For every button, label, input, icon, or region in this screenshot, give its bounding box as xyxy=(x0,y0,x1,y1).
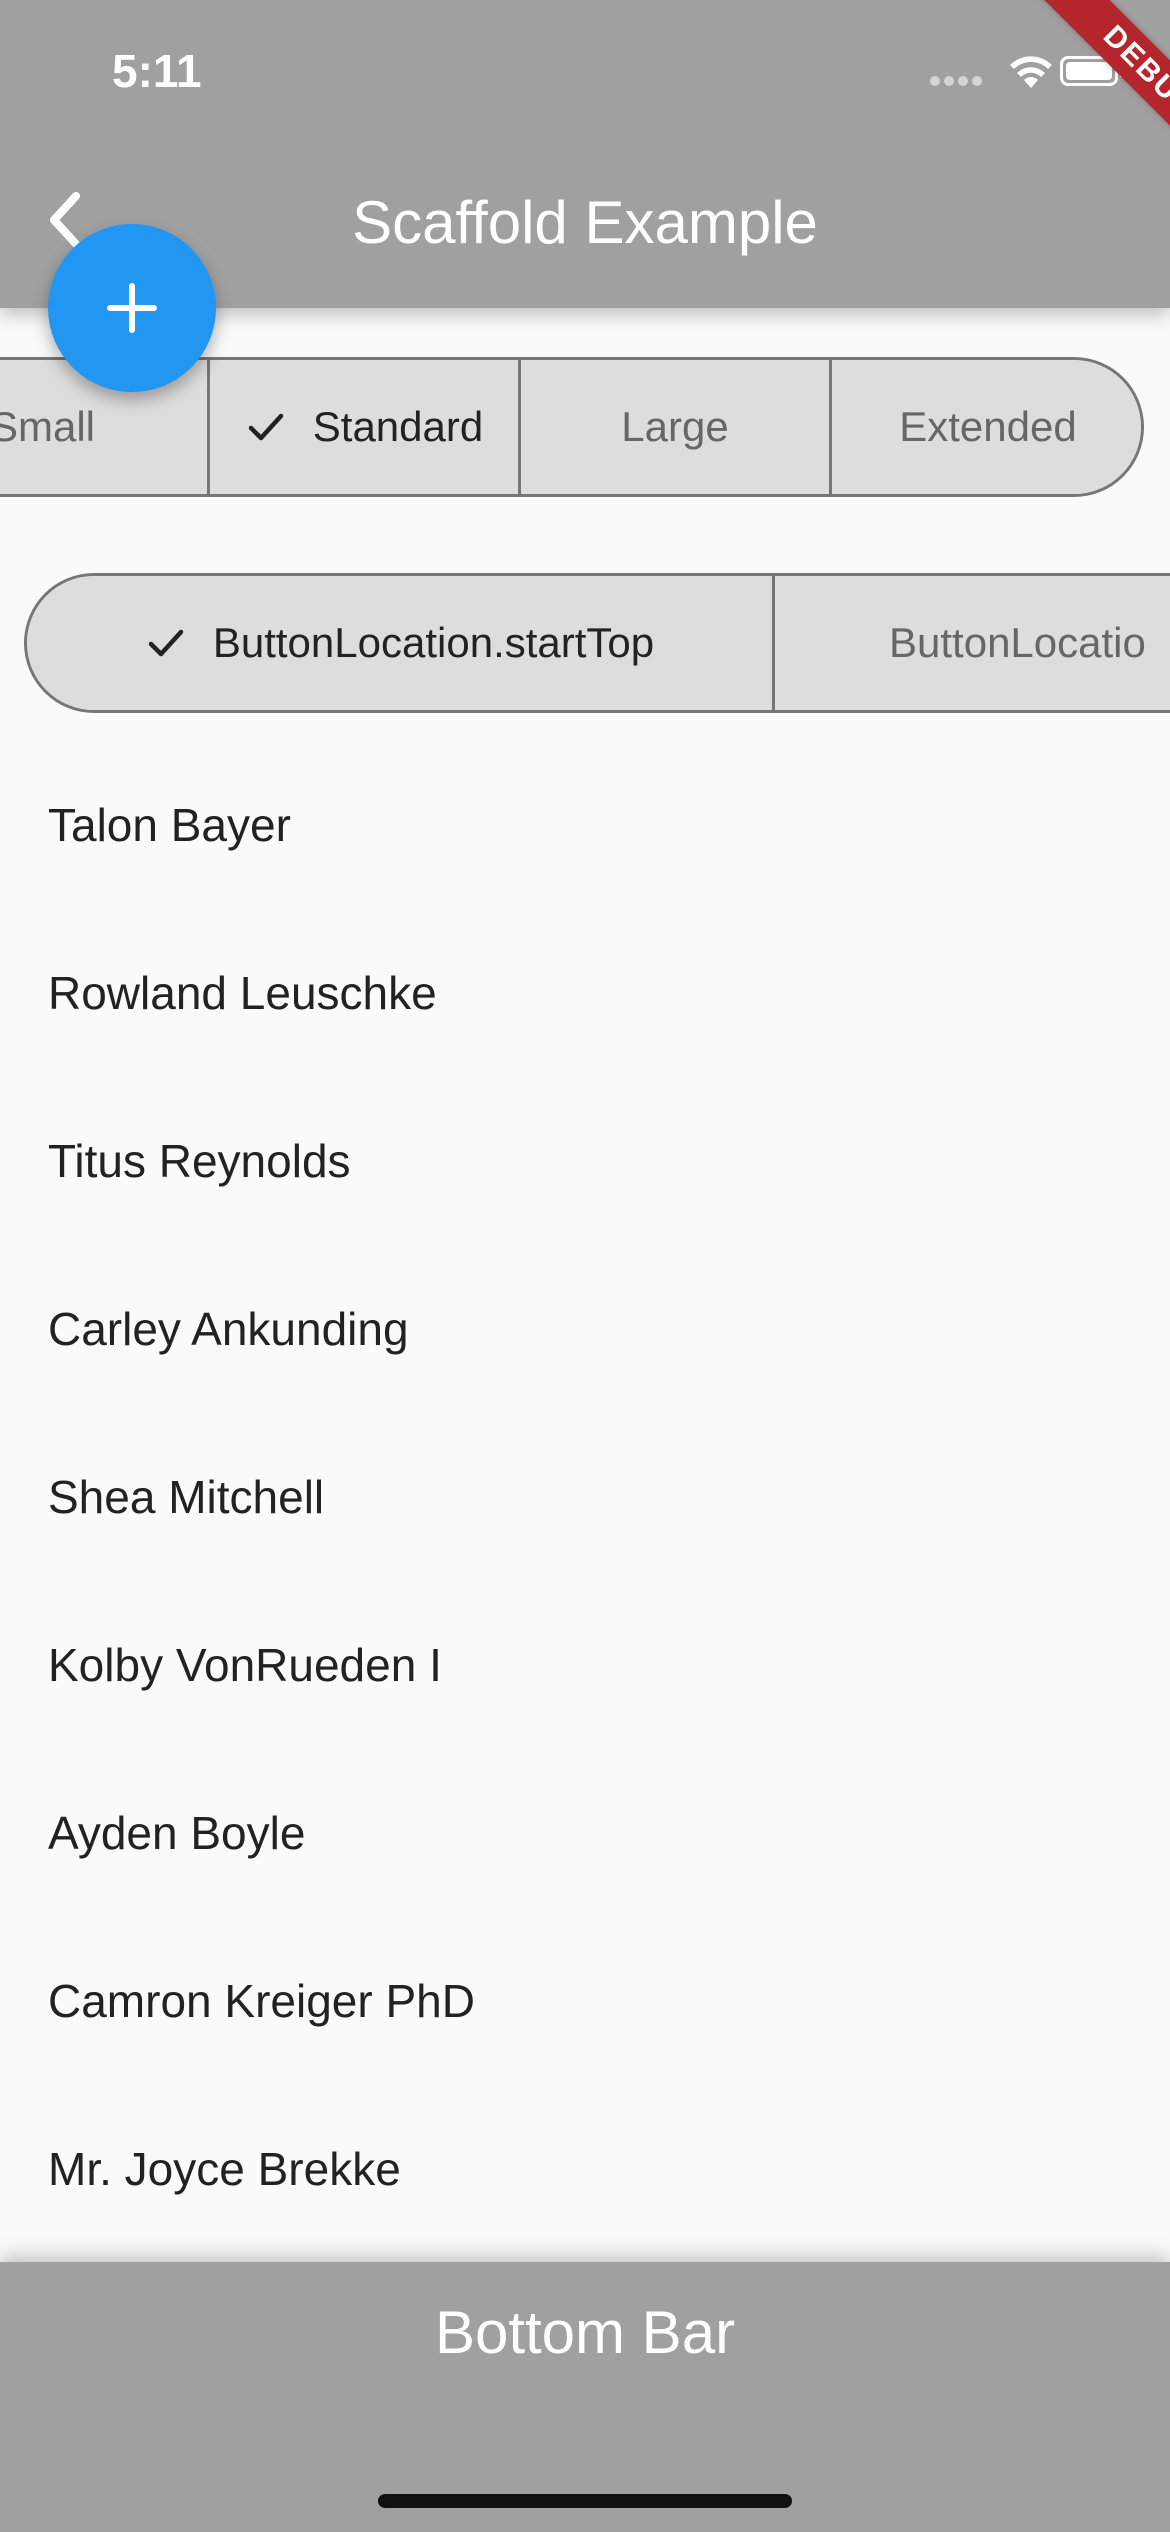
segment-large[interactable]: Large xyxy=(521,360,832,494)
plus-icon xyxy=(107,283,157,333)
segment-label: Small xyxy=(0,403,95,450)
list-item[interactable]: Shea Mitchell xyxy=(0,1413,1170,1581)
list-item[interactable]: Talon Bayer xyxy=(0,741,1170,909)
list-item[interactable]: Carley Ankunding xyxy=(0,1245,1170,1413)
list-item[interactable]: Kolby VonRueden I xyxy=(0,1581,1170,1749)
bottom-bar-title: Bottom Bar xyxy=(434,2299,736,2366)
list-item[interactable]: Titus Reynolds xyxy=(0,1077,1170,1245)
signal-icon xyxy=(930,76,990,86)
check-icon xyxy=(248,413,284,441)
debug-banner: DEBUG xyxy=(990,0,1170,180)
bottom-bar: Bottom Bar xyxy=(0,2262,1170,2532)
add-fab-button[interactable] xyxy=(48,224,216,392)
list-item[interactable]: Rowland Leuschke xyxy=(0,909,1170,1077)
segment-extended[interactable]: Extended xyxy=(832,360,1141,494)
segment-label: Standard xyxy=(312,403,484,450)
home-indicator[interactable] xyxy=(378,2494,792,2508)
segment-label: Extended xyxy=(899,403,1077,450)
list-item[interactable]: Ayden Boyle xyxy=(0,1749,1170,1917)
segment-label: ButtonLocation.startTop xyxy=(212,619,655,666)
segment-label: Large xyxy=(621,403,729,450)
status-time: 5:11 xyxy=(112,45,202,97)
name-list: Talon Bayer Rowland Leuschke Titus Reyno… xyxy=(0,741,1170,2253)
segment-start-top[interactable]: ButtonLocation.startTop xyxy=(27,576,775,710)
segment-standard[interactable]: Standard xyxy=(210,360,521,494)
debug-label: DEBUG xyxy=(1027,0,1170,180)
segment-label: ButtonLocatio xyxy=(889,619,1146,666)
fab-location-selector: ButtonLocation.startTop ButtonLocatio xyxy=(24,573,1170,713)
list-item[interactable]: Camron Kreiger PhD xyxy=(0,1917,1170,2085)
list-item[interactable]: Mr. Joyce Brekke xyxy=(0,2085,1170,2253)
check-icon xyxy=(148,629,184,657)
segment-location-next[interactable]: ButtonLocatio xyxy=(775,576,1170,710)
